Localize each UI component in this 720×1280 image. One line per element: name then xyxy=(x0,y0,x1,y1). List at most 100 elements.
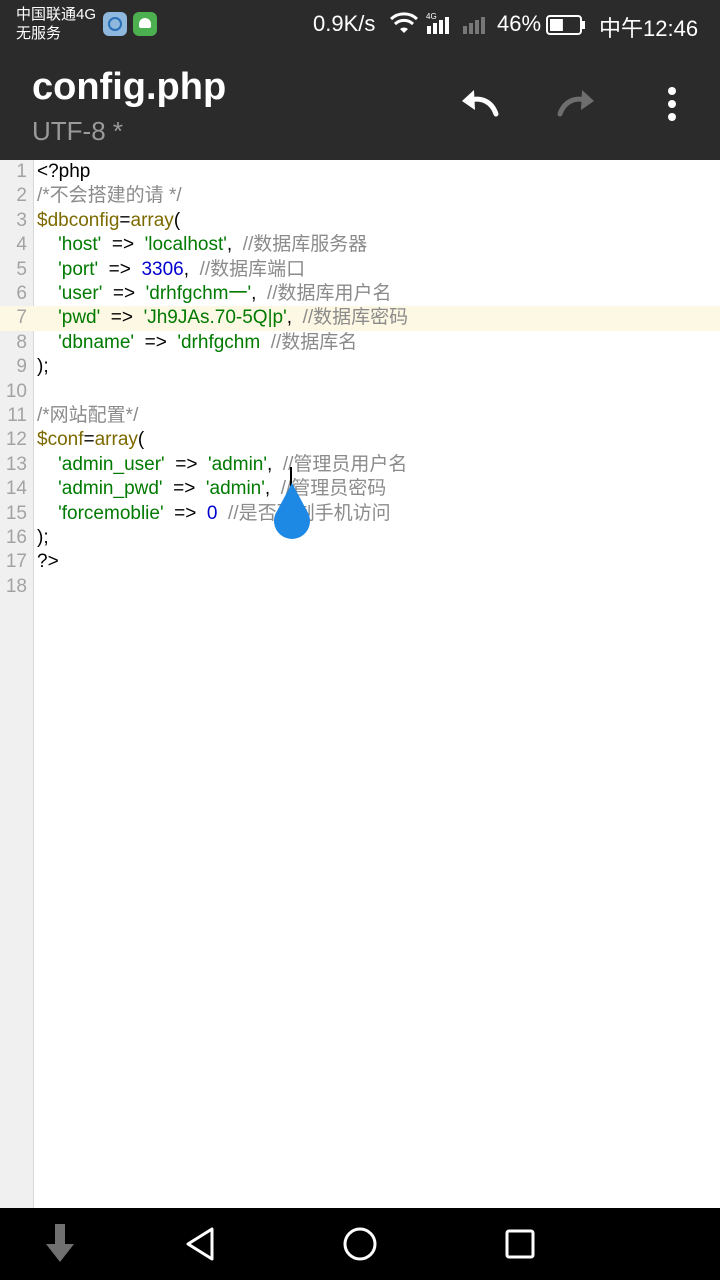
code-token: //数据库用户名 xyxy=(266,283,392,304)
line-code: ); xyxy=(37,526,49,550)
code-token: 'admin_pwd' xyxy=(58,478,163,500)
file-encoding: UTF-8 * xyxy=(32,116,123,146)
code-token: //数据库名 xyxy=(270,331,358,353)
notification-chat-icon xyxy=(133,12,157,36)
line-code: /*网站配置*/ xyxy=(37,404,138,428)
code-token: 'forcemoblie' xyxy=(58,502,164,524)
battery-percent: 46% xyxy=(497,11,542,36)
battery-icon xyxy=(546,15,585,35)
code-line[interactable]: 5 'port' => 3306, //数据库端口 xyxy=(0,258,720,282)
code-token: 'user' xyxy=(58,283,103,304)
code-token: ); xyxy=(37,527,49,548)
line-code: 'forcemoblie' => 0 //是否强制手机访问 xyxy=(37,502,390,526)
code-token: , xyxy=(251,283,267,304)
line-code: ?> xyxy=(37,550,59,574)
code-token: 0 xyxy=(206,502,218,524)
line-number: 15 xyxy=(5,502,27,524)
code-token: 'localhost' xyxy=(144,234,227,256)
code-line[interactable]: 1 <?php xyxy=(0,160,720,184)
code-token: //数据库密码 xyxy=(302,307,409,329)
hide-keyboard-button[interactable] xyxy=(38,1222,82,1266)
code-token: , xyxy=(226,234,243,256)
code-line[interactable]: 12 $conf=array( xyxy=(0,428,720,452)
code-token: , xyxy=(183,258,200,280)
code-line[interactable]: 11 /*网站配置*/ xyxy=(0,404,720,428)
arrow-down-icon xyxy=(46,1224,74,1262)
code-token: array xyxy=(130,209,174,231)
code-token: => xyxy=(102,283,146,304)
code-token: //数据库端口 xyxy=(199,258,306,280)
undo-button[interactable] xyxy=(456,80,504,128)
line-number: 11 xyxy=(7,405,27,426)
code-line[interactable]: 13 'admin_user' => 'admin', //管理员用户名 xyxy=(0,453,720,477)
code-token: //数据库服务器 xyxy=(242,234,368,256)
code-token: 3306 xyxy=(141,258,184,280)
code-token: 'dbname' xyxy=(58,331,135,353)
code-line[interactable]: 8 'dbname' => 'drhfgchm //数据库名 xyxy=(0,331,720,355)
code-line[interactable]: 17 ?> xyxy=(0,550,720,574)
code-token: => xyxy=(164,453,208,475)
redo-button[interactable] xyxy=(552,80,600,128)
line-number: 16 xyxy=(5,527,27,548)
code-token: 'drhfgchm xyxy=(177,331,261,353)
clock: 中午12:46 xyxy=(599,16,699,41)
code-line[interactable]: 10 xyxy=(0,380,720,404)
line-number: 1 xyxy=(16,161,27,182)
line-code: 'port' => 3306, //数据库端口 xyxy=(37,258,305,282)
home-button[interactable] xyxy=(338,1222,382,1266)
code-token: 'admin' xyxy=(205,478,265,500)
code-line[interactable]: 3 $dbconfig=array( xyxy=(0,209,720,233)
line-number: 17 xyxy=(5,551,27,573)
undo-icon xyxy=(462,90,499,117)
code-token: ); xyxy=(37,356,49,378)
code-token: ( xyxy=(173,209,181,231)
line-code: 'user' => 'drhfgchm一', //数据库用户名 xyxy=(37,282,392,306)
code-token: 'port' xyxy=(58,258,99,280)
code-token: => xyxy=(100,307,144,329)
code-token: 'pwd' xyxy=(58,307,101,329)
more-vert-icon xyxy=(668,87,676,121)
network-type: 4G xyxy=(426,12,437,21)
line-number: 8 xyxy=(16,331,27,353)
code-line[interactable]: 16); xyxy=(0,526,720,550)
line-code: $dbconfig=array( xyxy=(37,209,180,233)
line-code: <?php xyxy=(37,160,90,184)
line-number: 2 xyxy=(16,185,27,207)
code-line[interactable]: 15 'forcemoblie' => 0 //是否强制手机访问 xyxy=(0,502,720,526)
service-status: 无服务 xyxy=(16,25,62,42)
code-token: ?> xyxy=(37,551,59,573)
more-options-button[interactable] xyxy=(648,80,696,128)
wifi-icon xyxy=(390,12,418,33)
code-token: //管理员用户名 xyxy=(282,453,408,475)
code-token: = xyxy=(83,429,95,451)
line-code: ); xyxy=(37,355,49,379)
code-line[interactable]: 2 /*不会搭建的请 */ xyxy=(0,184,720,208)
home-circle-icon xyxy=(343,1227,377,1261)
code-token: ( xyxy=(137,429,145,451)
line-code: 'host' => 'localhost', //数据库服务器 xyxy=(37,233,367,257)
code-line[interactable]: 14 'admin_pwd' => 'admin', //管理员密码 xyxy=(0,477,720,501)
line-number: 3 xyxy=(16,209,27,231)
back-button[interactable] xyxy=(178,1222,222,1266)
line-number: 14 xyxy=(5,478,27,500)
code-line[interactable]: 9); xyxy=(0,355,720,379)
code-editor[interactable]: 1 <?php 2/*不会搭建的请 */3 $dbconfig=array(4 'ho… xyxy=(0,160,720,1208)
code-line[interactable]: 4 'host' => 'localhost', //数据库服务器 xyxy=(0,233,720,257)
code-token: 'drhfgchm一' xyxy=(145,283,252,304)
code-line[interactable]: 6 'user' => 'drhfgchm一', //数据库用户名 xyxy=(0,282,720,306)
cursor-handle[interactable] xyxy=(272,483,312,541)
line-number: 13 xyxy=(5,453,27,475)
code-line[interactable]: 18 xyxy=(0,575,720,599)
code-line[interactable]: 7 'pwd' => 'Jh9JAs.70-5Q|p', //数据库密码 xyxy=(0,306,720,331)
code-token: /*不会搭建的请 */ xyxy=(37,185,182,207)
line-number: 4 xyxy=(16,234,27,256)
line-code: $conf=array( xyxy=(37,428,144,452)
line-number: 9 xyxy=(16,356,27,378)
recent-apps-button[interactable] xyxy=(498,1222,542,1266)
